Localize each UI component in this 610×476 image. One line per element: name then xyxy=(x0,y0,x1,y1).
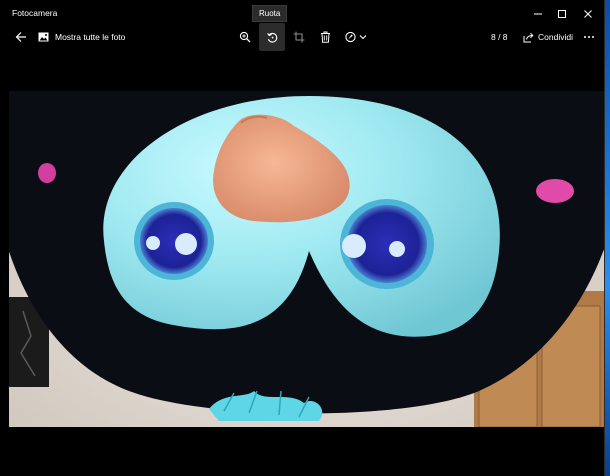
rotate-tooltip: Ruota xyxy=(252,5,288,22)
share-label: Condividi xyxy=(538,32,573,42)
minimize-icon xyxy=(534,13,542,14)
trash-icon xyxy=(320,31,330,43)
crop-icon xyxy=(293,31,305,43)
zoom-button[interactable] xyxy=(233,25,257,49)
photos-app-window: Fotocamera Mostra tutte le foto 8 / 8 Co… xyxy=(0,0,604,476)
toolbar: Mostra tutte le foto 8 / 8 Condividi xyxy=(0,23,604,51)
photo-view[interactable] xyxy=(9,91,604,427)
photo-counter: 8 / 8 xyxy=(491,32,508,42)
edit-create-button[interactable] xyxy=(341,25,373,49)
share-button[interactable]: Condividi xyxy=(523,28,573,46)
back-button[interactable] xyxy=(9,25,33,49)
close-icon xyxy=(584,9,592,18)
app-title: Fotocamera xyxy=(12,8,58,18)
crop-button[interactable] xyxy=(287,25,311,49)
rotate-icon xyxy=(266,32,277,43)
delete-button[interactable] xyxy=(313,25,337,49)
show-all-photos-button[interactable]: Mostra tutte le foto xyxy=(38,28,125,46)
maximize-icon xyxy=(558,9,566,18)
more-icon xyxy=(584,36,586,38)
more-icon-dot xyxy=(588,36,590,38)
share-icon xyxy=(523,32,534,42)
image-icon xyxy=(38,32,49,42)
more-icon-dot xyxy=(592,36,594,38)
back-arrow-icon xyxy=(15,32,26,42)
show-all-photos-label: Mostra tutte le foto xyxy=(55,32,126,42)
edit-create-icon xyxy=(345,31,367,43)
more-options-button[interactable] xyxy=(580,27,598,47)
photo-image xyxy=(9,91,604,427)
zoom-in-icon xyxy=(239,31,251,43)
rotate-button[interactable] xyxy=(259,23,285,51)
